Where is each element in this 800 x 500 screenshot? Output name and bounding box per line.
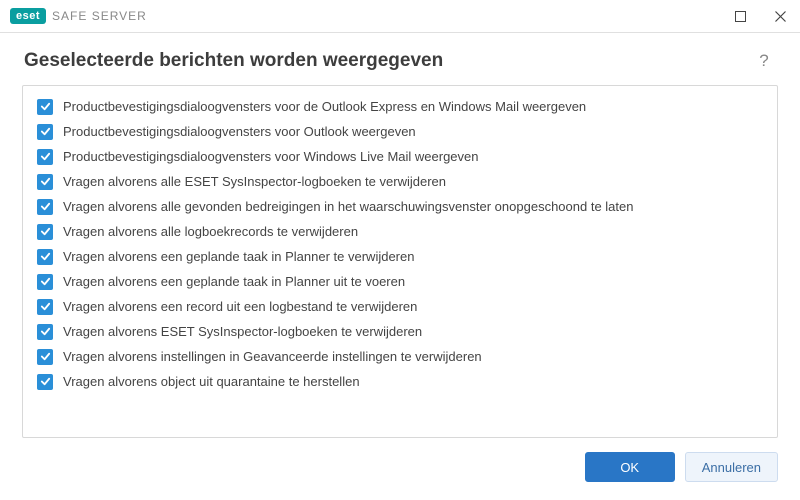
ok-button[interactable]: OK: [585, 452, 675, 482]
list-item-label: Vragen alvorens alle ESET SysInspector-l…: [63, 174, 446, 189]
list-item: Vragen alvorens alle ESET SysInspector-l…: [35, 169, 765, 194]
list-item: Vragen alvorens instellingen in Geavance…: [35, 344, 765, 369]
check-icon: [40, 101, 51, 112]
check-icon: [40, 351, 51, 362]
check-icon: [40, 301, 51, 312]
checkbox[interactable]: [37, 324, 53, 340]
window-controls: [720, 0, 800, 33]
close-icon: [775, 11, 786, 22]
list-item-label: Vragen alvorens object uit quarantaine t…: [63, 374, 360, 389]
list-item: Vragen alvorens alle gevonden bedreiging…: [35, 194, 765, 219]
list-item-label: Vragen alvorens een geplande taak in Pla…: [63, 249, 414, 264]
checkbox[interactable]: [37, 99, 53, 115]
help-button[interactable]: ?: [752, 49, 776, 73]
list-item-label: Vragen alvorens alle gevonden bedreiging…: [63, 199, 633, 214]
list-item-label: Productbevestigingsdialoogvensters voor …: [63, 124, 416, 139]
titlebar: eset SAFE SERVER: [0, 0, 800, 33]
help-icon: ?: [759, 51, 768, 71]
list-item: Vragen alvorens object uit quarantaine t…: [35, 369, 765, 394]
list-item-label: Vragen alvorens alle logboekrecords te v…: [63, 224, 358, 239]
check-icon: [40, 326, 51, 337]
check-icon: [40, 251, 51, 262]
checkbox[interactable]: [37, 149, 53, 165]
list-item-label: Vragen alvorens instellingen in Geavance…: [63, 349, 482, 364]
content: Productbevestigingsdialoogvensters voor …: [0, 85, 800, 438]
brand: eset SAFE SERVER: [10, 8, 147, 24]
check-icon: [40, 226, 51, 237]
list-item: Vragen alvorens ESET SysInspector-logboe…: [35, 319, 765, 344]
checkbox[interactable]: [37, 349, 53, 365]
close-button[interactable]: [760, 0, 800, 33]
check-icon: [40, 176, 51, 187]
options-list[interactable]: Productbevestigingsdialoogvensters voor …: [22, 85, 778, 438]
list-item: Vragen alvorens alle logboekrecords te v…: [35, 219, 765, 244]
checkbox[interactable]: [37, 374, 53, 390]
list-item: Vragen alvorens een geplande taak in Pla…: [35, 244, 765, 269]
list-item: Productbevestigingsdialoogvensters voor …: [35, 119, 765, 144]
check-icon: [40, 126, 51, 137]
header: Geselecteerde berichten worden weergegev…: [0, 33, 800, 85]
list-item: Productbevestigingsdialoogvensters voor …: [35, 94, 765, 119]
list-item-label: Productbevestigingsdialoogvensters voor …: [63, 149, 479, 164]
list-item: Productbevestigingsdialoogvensters voor …: [35, 144, 765, 169]
cancel-button[interactable]: Annuleren: [685, 452, 778, 482]
list-item: Vragen alvorens een record uit een logbe…: [35, 294, 765, 319]
checkbox[interactable]: [37, 299, 53, 315]
checkbox[interactable]: [37, 124, 53, 140]
page-title: Geselecteerde berichten worden weergegev…: [24, 50, 443, 72]
footer: OK Annuleren: [0, 438, 800, 500]
checkbox[interactable]: [37, 174, 53, 190]
checkbox[interactable]: [37, 199, 53, 215]
brand-product: SAFE SERVER: [52, 9, 147, 23]
maximize-icon: [735, 11, 746, 22]
maximize-button[interactable]: [720, 0, 760, 33]
list-item-label: Vragen alvorens een record uit een logbe…: [63, 299, 417, 314]
check-icon: [40, 376, 51, 387]
brand-badge: eset: [10, 8, 46, 24]
checkbox[interactable]: [37, 224, 53, 240]
list-item-label: Vragen alvorens ESET SysInspector-logboe…: [63, 324, 422, 339]
checkbox[interactable]: [37, 274, 53, 290]
check-icon: [40, 276, 51, 287]
check-icon: [40, 201, 51, 212]
check-icon: [40, 151, 51, 162]
checkbox[interactable]: [37, 249, 53, 265]
list-item: Vragen alvorens een geplande taak in Pla…: [35, 269, 765, 294]
list-item-label: Vragen alvorens een geplande taak in Pla…: [63, 274, 405, 289]
list-item-label: Productbevestigingsdialoogvensters voor …: [63, 99, 586, 114]
